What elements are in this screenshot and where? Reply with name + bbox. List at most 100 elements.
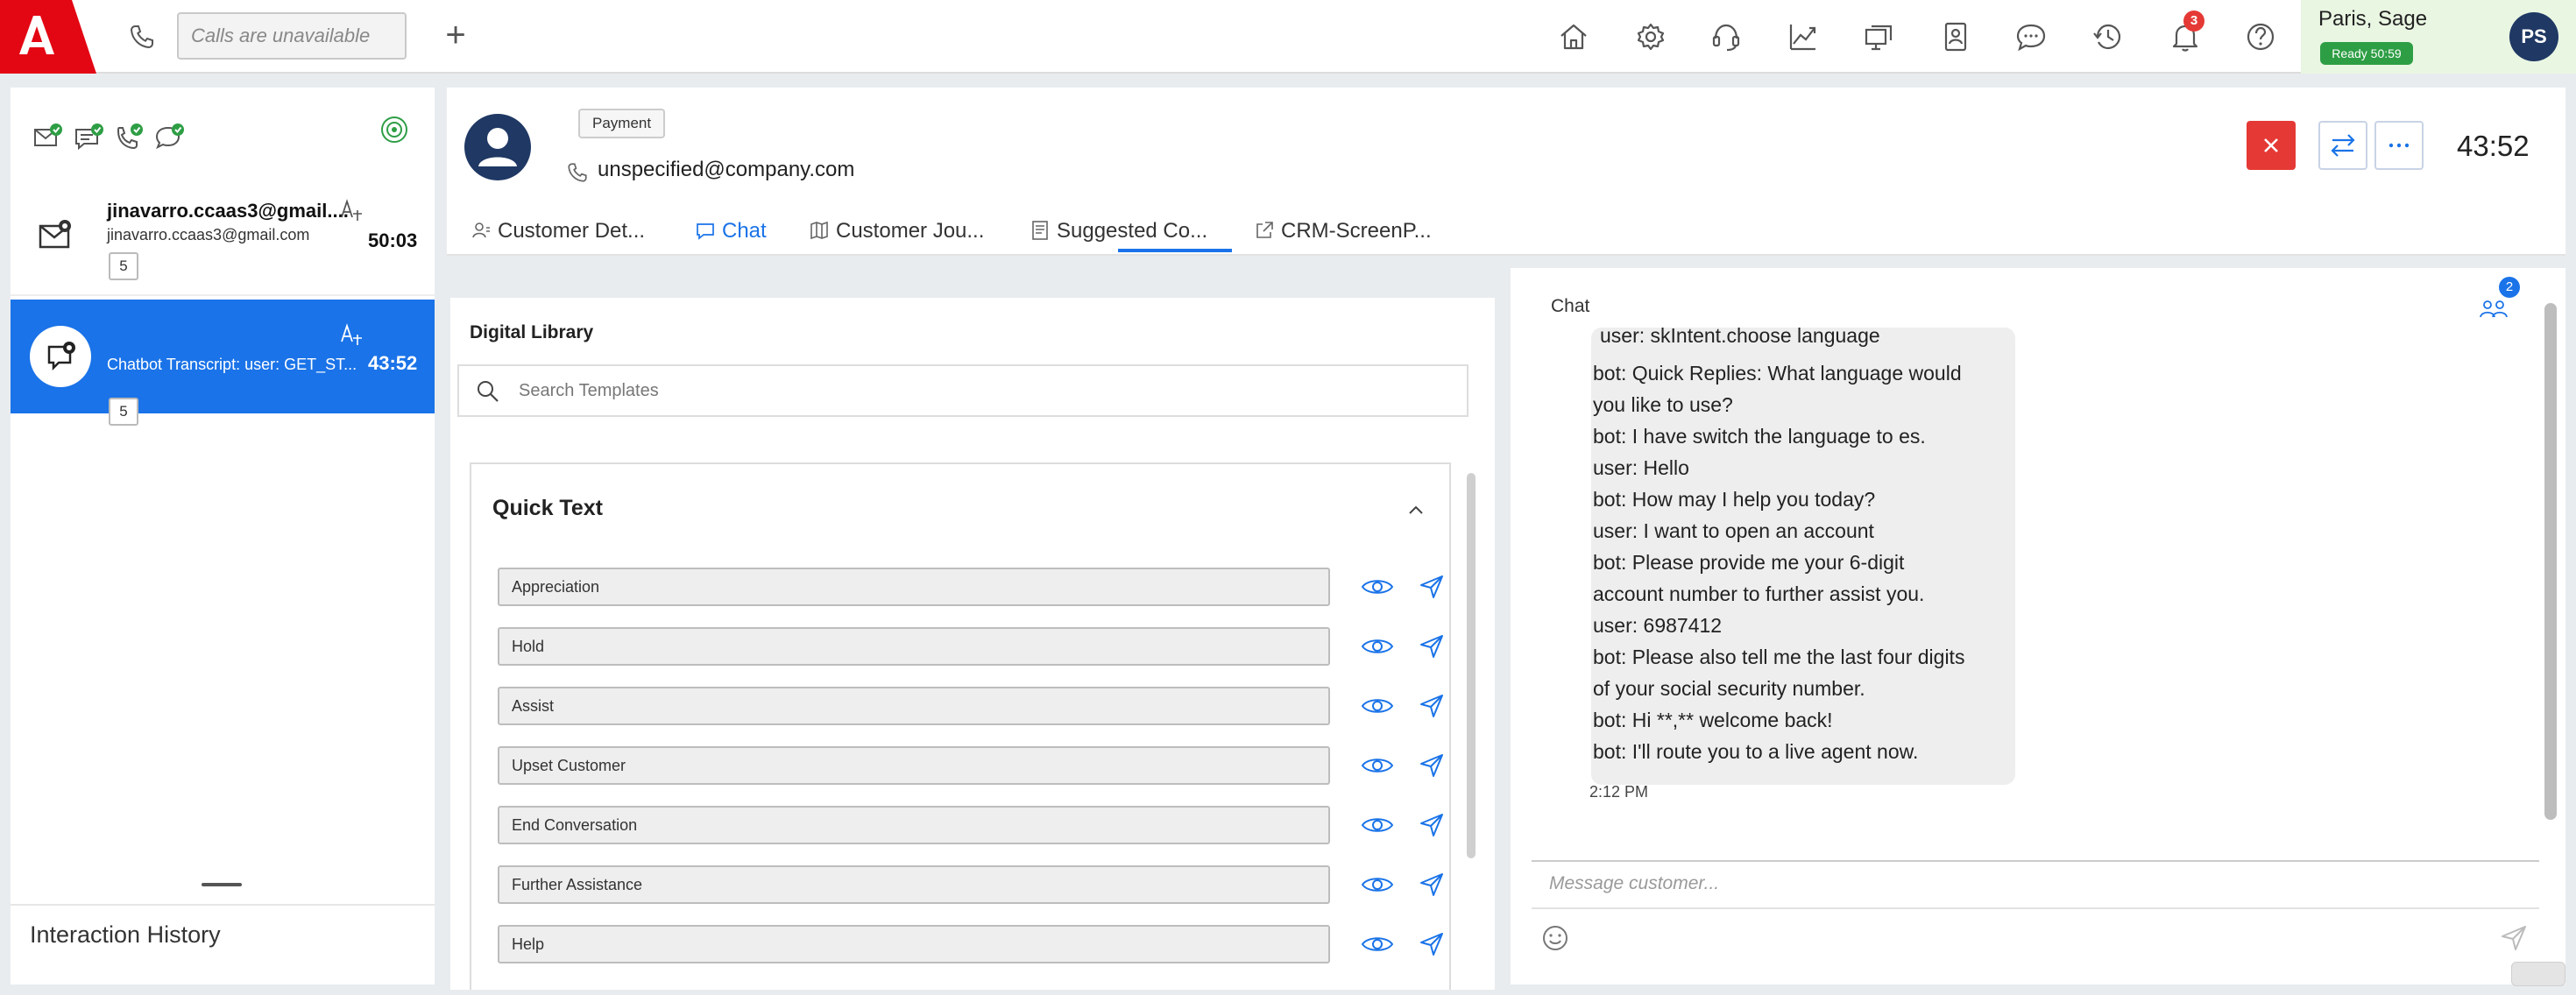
notification-badge: 3 [2183,11,2204,32]
person-icon [472,222,490,238]
agent-status-badge[interactable]: Ready 50:59 [2320,42,2413,65]
preview-eye-icon[interactable] [1360,632,1395,660]
overlay-control[interactable] [2511,962,2565,986]
send-icon[interactable] [1418,930,1446,958]
template-search[interactable] [457,364,1468,417]
quick-text-label[interactable]: Hold [498,627,1330,666]
quick-text-item: Help [498,925,1444,963]
phone-check-icon[interactable] [112,121,145,154]
preview-eye-icon[interactable] [1360,871,1395,899]
help-icon[interactable] [2241,18,2280,56]
preview-eye-icon[interactable] [1360,752,1395,780]
emoji-icon[interactable] [1540,923,1570,953]
interaction-item-email[interactable]: jinavarro.ccaas3@gmail.... jinavarro.cca… [11,182,435,296]
broadcast-icon[interactable] [377,112,412,147]
digital-library-panel: Digital Library Quick Text Appreciation … [450,298,1495,990]
divider [11,904,435,906]
search-input[interactable] [519,375,1447,406]
message-line: user: I want to open an account [1593,519,1874,542]
analytics-icon[interactable] [1784,18,1822,56]
quick-text-label[interactable]: Appreciation [498,568,1330,606]
quick-text-label[interactable]: End Conversation [498,806,1330,844]
interaction-history-link[interactable]: Interaction History [30,921,221,949]
interaction-count-badge: 5 [109,252,138,280]
app-logo[interactable] [0,0,96,74]
scrollbar[interactable] [2544,303,2557,820]
interactions-sidebar: jinavarro.ccaas3@gmail.... jinavarro.cca… [11,88,435,984]
message-line: bot: I'll route you to a live agent now. [1593,740,1919,763]
transfer-button[interactable] [2318,121,2367,170]
interaction-timer: 50:03 [368,229,418,251]
customer-avatar [464,114,531,180]
phone-icon [566,161,589,184]
quick-text-label[interactable]: Further Assistance [498,865,1330,904]
message-line: bot: Please provide me your 6-digit [1593,551,1905,574]
active-tab-indicator [1118,249,1232,252]
scrollbar[interactable] [1467,473,1476,858]
send-icon[interactable] [1418,752,1446,780]
send-message-icon[interactable] [2499,923,2529,953]
chevron-up-icon[interactable] [1404,498,1428,522]
quick-text-item: End Conversation [498,806,1444,844]
chat-check-icon[interactable] [72,121,105,154]
chat-bubble-icon[interactable] [2012,18,2050,56]
top-bar: Calls are unavailable + 3 Paris, Sage Re… [0,0,2576,74]
document-icon [1032,221,1048,240]
send-icon[interactable] [1418,871,1446,899]
panel-title: Digital Library [470,322,594,342]
chat-panel: Chat 2 user: skIntent.choose language bo… [1511,268,2565,984]
tab-label: Customer Jou... [836,219,985,243]
interaction-item-chat[interactable]: Chatbot Transcript: user: GET_ST... 43:5… [11,300,435,426]
user-avatar[interactable]: PS [2509,12,2558,61]
message-line: bot: Hi **,** welcome back! [1593,709,1833,731]
message-input[interactable] [1532,862,2539,906]
translate-icon[interactable] [338,198,364,222]
quick-text-label[interactable]: Assist [498,687,1330,725]
customer-header: Payment unspecified@company.com 43:52 Cu… [447,88,2565,256]
calls-status-field[interactable]: Calls are unavailable [177,12,407,60]
quick-text-label[interactable]: Help [498,925,1330,963]
send-icon[interactable] [1418,811,1446,839]
message-line: of your social security number. [1593,677,1865,700]
settings-icon[interactable] [1631,18,1670,56]
message-line: bot: How may I help you today? [1593,488,1876,511]
message-line: user: 6987412 [1593,614,1723,637]
quick-text-item: Hold [498,627,1444,666]
home-icon[interactable] [1554,18,1593,56]
history-icon[interactable] [2089,18,2127,56]
phone-icon[interactable] [128,23,156,51]
divider [1532,907,2539,909]
tab-label: CRM-ScreenP... [1281,219,1432,243]
message-line: bot: Quick Replies: What language would [1593,362,1962,385]
preview-eye-icon[interactable] [1360,930,1395,958]
contacts-icon[interactable] [1936,18,1975,56]
headset-icon[interactable] [1707,18,1745,56]
send-icon[interactable] [1418,692,1446,720]
chat-avatar [30,326,91,387]
quick-text-section: Quick Text Appreciation Hold Assist Upse… [470,462,1451,990]
message-check-icon[interactable] [152,121,186,154]
message-line: user: Hello [1593,456,1689,479]
tab-label: Customer Det... [498,219,646,243]
translate-icon[interactable] [338,322,364,347]
screens-icon[interactable] [1859,18,1898,56]
external-link-icon [1256,222,1273,238]
end-interaction-button[interactable] [2247,121,2296,170]
quick-text-item: Appreciation [498,568,1444,606]
tab-label: Chat [722,219,767,243]
send-icon[interactable] [1418,573,1446,601]
preview-eye-icon[interactable] [1360,811,1395,839]
email-check-icon[interactable] [32,121,65,154]
preview-eye-icon[interactable] [1360,692,1395,720]
resize-handle[interactable] [202,883,242,886]
new-interaction-button[interactable]: + [440,18,471,53]
more-options-button[interactable] [2374,121,2424,170]
message-text: bot: Quick Replies: What language would … [1593,357,2017,767]
search-icon [475,378,501,405]
preview-eye-icon[interactable] [1360,573,1395,601]
customer-email: unspecified@company.com [598,158,855,181]
quick-text-item: Assist [498,687,1444,725]
quick-text-item: Upset Customer [498,746,1444,785]
quick-text-label[interactable]: Upset Customer [498,746,1330,785]
send-icon[interactable] [1418,632,1446,660]
